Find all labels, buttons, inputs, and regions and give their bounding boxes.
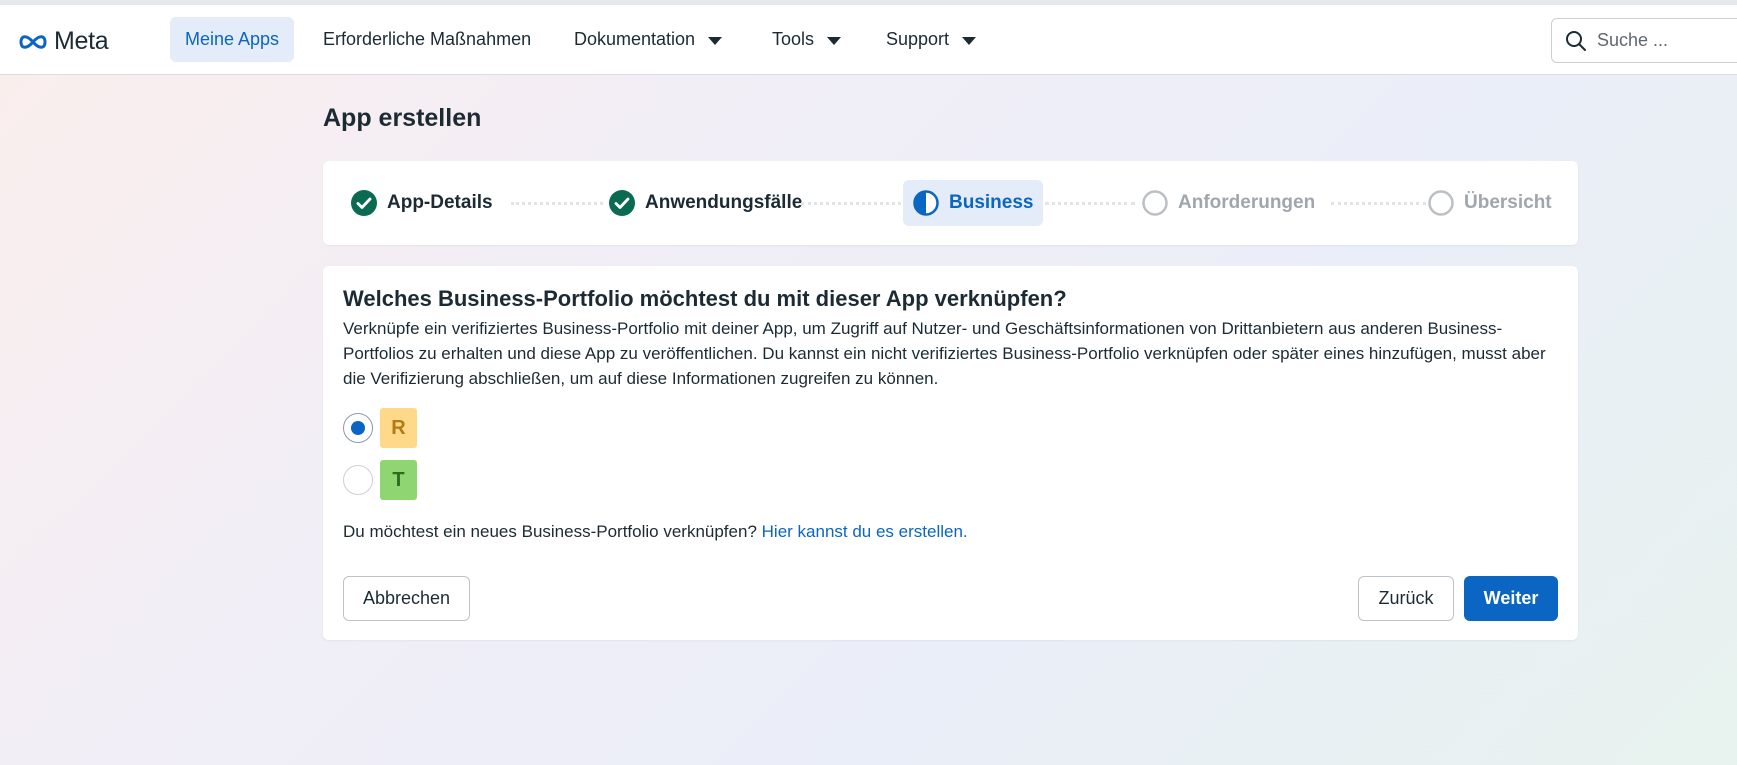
brand-name: Meta [54, 27, 109, 55]
nav-support[interactable]: Support [871, 17, 991, 62]
empty-circle-icon [1142, 190, 1168, 216]
meta-infinity-icon [19, 34, 47, 49]
cancel-button[interactable]: Abbrechen [343, 576, 470, 621]
portfolio-avatar: R [380, 408, 417, 448]
nav-label: Dokumentation [574, 29, 696, 49]
nav-label: Meine Apps [185, 29, 280, 49]
step-anwendungsfaelle[interactable]: Anwendungsfälle [609, 180, 802, 226]
page-title: App erstellen [323, 104, 482, 132]
step-label: Anforderungen [1178, 192, 1316, 213]
step-connector [511, 202, 603, 205]
create-portfolio-hint: Du möchtest ein neues Business-Portfolio… [343, 522, 968, 542]
portfolio-avatar: T [380, 460, 417, 500]
radio-selected-dot [351, 421, 365, 435]
business-portfolio-card: Welches Business-Portfolio möchtest du m… [323, 266, 1578, 640]
step-connector [1045, 202, 1135, 205]
step-app-details[interactable]: App-Details [351, 180, 493, 226]
create-portfolio-link[interactable]: Hier kannst du es erstellen. [762, 522, 968, 541]
card-heading: Welches Business-Portfolio möchtest du m… [343, 286, 1067, 311]
hint-text: Du möchtest ein neues Business-Portfolio… [343, 522, 757, 541]
progress-stepper: App-Details Anwendungsfälle Business Anf… [323, 161, 1578, 245]
back-button[interactable]: Zurück [1358, 576, 1454, 621]
meta-logo[interactable]: Meta [18, 27, 109, 56]
portfolio-option-t[interactable]: T [343, 460, 417, 500]
step-label: Anwendungsfälle [645, 192, 803, 213]
step-label: App-Details [387, 192, 493, 213]
step-label: Business [949, 192, 1034, 213]
step-business[interactable]: Business [903, 180, 1044, 226]
check-circle-icon [351, 190, 377, 216]
top-navigation: Meta Meine Apps Erforderliche Maßnahmen … [0, 0, 1737, 75]
step-anforderungen[interactable]: Anforderungen [1142, 180, 1315, 226]
portfolio-option-r[interactable]: R [343, 408, 417, 448]
nav-erforderliche-massnahmen[interactable]: Erforderliche Maßnahmen [308, 17, 546, 62]
nav-label: Erforderliche Maßnahmen [323, 29, 532, 49]
nav-dokumentation[interactable]: Dokumentation [559, 17, 737, 62]
step-connector [1331, 202, 1426, 205]
empty-circle-icon [1428, 190, 1454, 216]
search-icon [1566, 30, 1586, 51]
nav-label: Support [886, 29, 950, 49]
caret-down-icon [708, 36, 723, 45]
card-description: Verknüpfe ein verifiziertes Business-Por… [343, 319, 1546, 388]
half-circle-progress-icon [913, 190, 939, 216]
caret-down-icon [962, 36, 977, 45]
radio-button[interactable] [343, 465, 373, 495]
search-box[interactable] [1551, 18, 1737, 63]
caret-down-icon [827, 36, 842, 45]
nav-tools[interactable]: Tools [757, 17, 856, 62]
step-uebersicht[interactable]: Übersicht [1428, 180, 1552, 226]
step-label: Übersicht [1464, 192, 1552, 213]
search-input[interactable] [1597, 30, 1737, 51]
step-connector [801, 202, 901, 205]
check-circle-icon [609, 190, 635, 216]
radio-button[interactable] [343, 413, 373, 443]
nav-label: Tools [772, 29, 815, 49]
nav-meine-apps[interactable]: Meine Apps [170, 17, 295, 62]
next-button[interactable]: Weiter [1464, 576, 1558, 621]
